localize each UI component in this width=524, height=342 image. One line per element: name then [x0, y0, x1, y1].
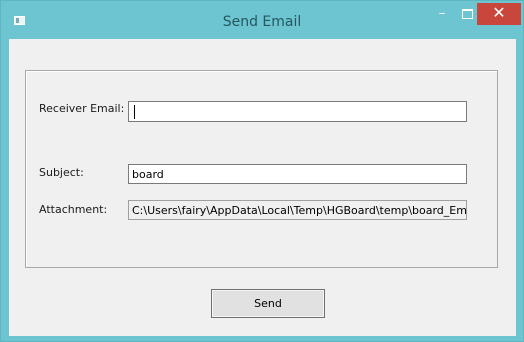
title-bar[interactable]: Send Email – ✕	[1, 1, 523, 39]
receiver-email-label: Receiver Email:	[39, 102, 125, 115]
attachment-path: C:\Users\fairy\AppData\Local\Temp\HGBoar…	[132, 204, 467, 217]
subject-value: board	[132, 168, 164, 181]
maximize-icon	[462, 9, 473, 19]
receiver-email-input[interactable]	[128, 101, 467, 122]
dialog-client-area: Receiver Email: Subject: board Attachmen…	[9, 39, 516, 336]
attachment-field[interactable]: C:\Users\fairy\AppData\Local\Temp\HGBoar…	[128, 200, 467, 220]
subject-label: Subject:	[39, 166, 84, 179]
close-button[interactable]: ✕	[477, 3, 521, 25]
text-caret	[134, 105, 135, 119]
subject-input[interactable]: board	[128, 164, 467, 184]
send-email-window: Send Email – ✕ Receiver Email: Subject: …	[0, 0, 524, 342]
minimize-icon: –	[438, 6, 446, 21]
close-icon: ✕	[492, 3, 506, 22]
minimize-button[interactable]: –	[428, 4, 456, 24]
attachment-label: Attachment:	[39, 203, 108, 216]
send-button[interactable]: Send	[211, 289, 325, 318]
